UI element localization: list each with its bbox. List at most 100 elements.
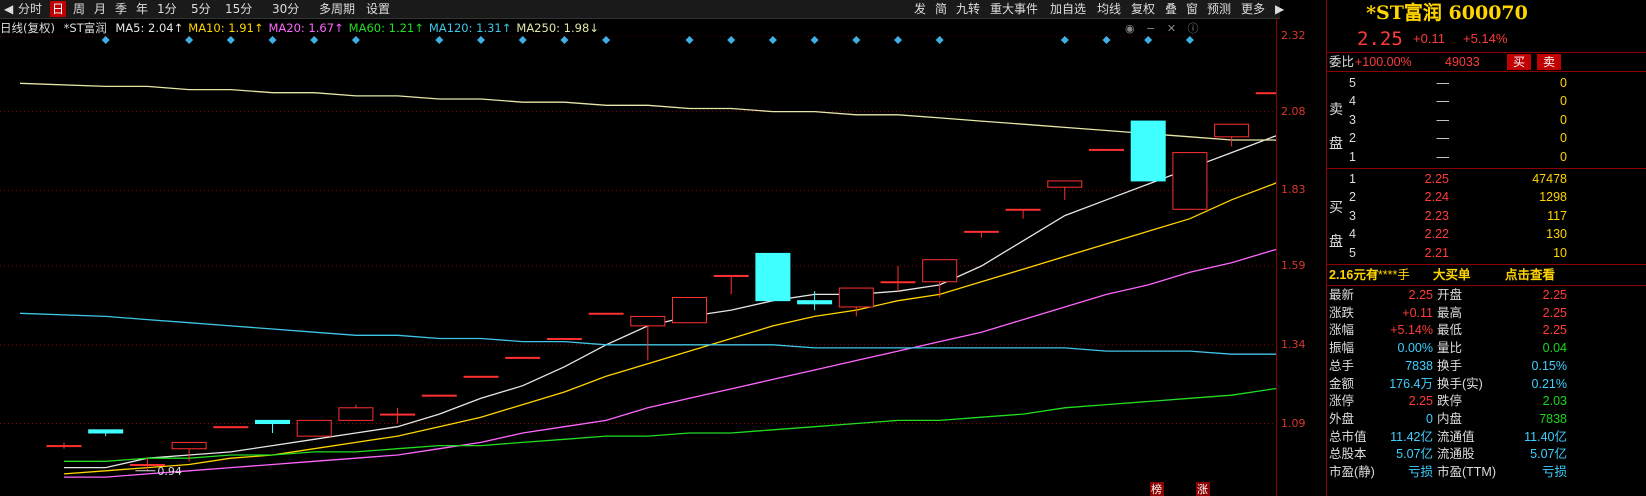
- eye-icon[interactable]: ◉: [1125, 22, 1135, 35]
- prev-icon[interactable]: ◀: [2, 1, 15, 17]
- period-tab-5[interactable]: 年: [134, 1, 150, 17]
- ma-legend-5: MA250: 1.98↓: [516, 21, 599, 35]
- candle[interactable]: [630, 315, 666, 361]
- bid-row[interactable]: 3 2.23 117: [1327, 207, 1567, 225]
- toolbar-btn-4[interactable]: 加自选: [1048, 1, 1088, 17]
- stat-value: 2.25: [1542, 323, 1567, 338]
- price-change: +0.11: [1413, 31, 1445, 46]
- candle[interactable]: [1089, 148, 1124, 151]
- level: 4: [1349, 94, 1356, 109]
- period-tab-1[interactable]: 日: [50, 1, 67, 17]
- minus-icon[interactable]: −: [1146, 22, 1155, 35]
- candle[interactable]: [1172, 152, 1208, 210]
- buy-button[interactable]: 买: [1507, 54, 1531, 70]
- stat-label: 金额: [1329, 376, 1355, 391]
- candle[interactable]: [755, 252, 791, 302]
- period-tab-6[interactable]: 1分: [155, 1, 179, 17]
- toolbar-btn-3[interactable]: 重大事件: [988, 1, 1040, 17]
- ask-row[interactable]: 2 — 0: [1327, 129, 1567, 147]
- candle[interactable]: [880, 266, 916, 292]
- period-tab-9[interactable]: 30分: [270, 1, 301, 17]
- price-tick: 2.32: [1281, 29, 1306, 42]
- period-tab-0[interactable]: 分时: [16, 1, 44, 17]
- candle[interactable]: [1005, 208, 1041, 219]
- candle[interactable]: [380, 407, 416, 424]
- candle[interactable]: [546, 337, 582, 340]
- volume: 0: [1560, 94, 1567, 109]
- candle[interactable]: [505, 356, 541, 359]
- period-tab-7[interactable]: 5分: [189, 1, 213, 17]
- toolbar-btn-5[interactable]: 均线: [1095, 1, 1123, 17]
- kline-chart[interactable]: 2.250.94榜涨: [0, 36, 1276, 496]
- period-tab-8[interactable]: 15分: [223, 1, 254, 17]
- candle[interactable]: [213, 426, 249, 429]
- big-order-row[interactable]: 2.16元有 *****手 大买单 点击查看: [1327, 266, 1567, 284]
- candle[interactable]: [1214, 123, 1250, 147]
- level: 4: [1349, 227, 1356, 242]
- bid-row[interactable]: 1 2.25 47478: [1327, 170, 1567, 188]
- toolbar-btn-6[interactable]: 复权: [1129, 1, 1157, 17]
- candle[interactable]: [88, 429, 124, 437]
- last-price: 2.25: [1357, 28, 1403, 50]
- stat-label: 总股本: [1329, 447, 1367, 462]
- toolbar-btn-10[interactable]: 更多: [1239, 1, 1267, 17]
- candle[interactable]: [672, 297, 707, 324]
- candle[interactable]: [922, 259, 958, 298]
- candle[interactable]: [296, 419, 332, 437]
- ma-legend-0: MA5: 2.04↑: [115, 21, 184, 35]
- candle[interactable]: [1130, 120, 1166, 182]
- price: 2.21: [1424, 245, 1449, 260]
- candle-body: [1172, 152, 1208, 210]
- candle[interactable]: [1255, 92, 1276, 95]
- ask-row[interactable]: 4 — 0: [1327, 92, 1567, 110]
- big-order-view-link[interactable]: 点击查看: [1505, 266, 1555, 284]
- price: —: [1436, 149, 1450, 164]
- candle-body: [463, 375, 499, 378]
- close-icon[interactable]: ✕: [1167, 22, 1176, 35]
- ask-row[interactable]: 5 — 0: [1327, 74, 1567, 92]
- candle[interactable]: [588, 312, 624, 315]
- candle[interactable]: [338, 404, 374, 421]
- info-icon[interactable]: ⓘ: [1188, 22, 1199, 35]
- toolbar-btn-7[interactable]: 叠: [1163, 1, 1179, 17]
- bid-row[interactable]: 2 2.24 1298: [1327, 188, 1567, 206]
- toolbar-btn-0[interactable]: 发: [912, 1, 928, 17]
- stat-label: 外盘: [1329, 411, 1355, 426]
- toolbar-btn-9[interactable]: 预测: [1205, 1, 1233, 17]
- ask-row[interactable]: 3 — 0: [1327, 111, 1567, 129]
- volume: 0: [1560, 112, 1567, 127]
- stat-label: 市盈(TTM): [1437, 465, 1497, 479]
- toolbar-btn-8[interactable]: 窗: [1184, 1, 1200, 17]
- candle[interactable]: [463, 375, 499, 378]
- price: —: [1436, 131, 1450, 146]
- period-tab-3[interactable]: 月: [92, 1, 108, 17]
- bid-row[interactable]: 5 2.21 10: [1327, 244, 1567, 262]
- candle[interactable]: [46, 442, 82, 449]
- candle[interactable]: [713, 274, 749, 295]
- period-tab-10[interactable]: 多周期: [317, 1, 357, 17]
- event-marker-icon: [810, 36, 819, 44]
- candle[interactable]: [963, 230, 999, 238]
- sell-button[interactable]: 卖: [1537, 54, 1561, 70]
- event-marker-icon: [727, 36, 736, 44]
- candle-body: [255, 419, 290, 425]
- ask-row[interactable]: 1 — 0: [1327, 148, 1567, 166]
- candle[interactable]: [421, 394, 457, 397]
- period-tab-11[interactable]: 设置: [364, 1, 392, 17]
- stat-row: 涨跌 +0.11 最高 2.25: [1327, 304, 1567, 322]
- price-pct: +5.14%: [1463, 31, 1508, 46]
- stat-value: 11.42亿: [1390, 429, 1433, 444]
- event-marker-icon: [894, 36, 902, 44]
- bid-row[interactable]: 4 2.22 130: [1327, 225, 1567, 243]
- stat-value: 0.00%: [1397, 341, 1433, 356]
- candle-body: [672, 297, 707, 324]
- candle[interactable]: [255, 419, 290, 433]
- stat-row: 总股本 5.07亿 流通股 5.07亿: [1327, 445, 1567, 463]
- price: —: [1436, 76, 1450, 90]
- toolbar-btn-2[interactable]: 九转: [954, 1, 982, 17]
- toolbar-btn-1[interactable]: 简: [933, 1, 949, 17]
- next-icon[interactable]: ▶: [1273, 1, 1286, 17]
- period-tab-2[interactable]: 周: [71, 1, 87, 17]
- stat-label: 流通股: [1437, 447, 1475, 462]
- period-tab-4[interactable]: 季: [113, 1, 129, 17]
